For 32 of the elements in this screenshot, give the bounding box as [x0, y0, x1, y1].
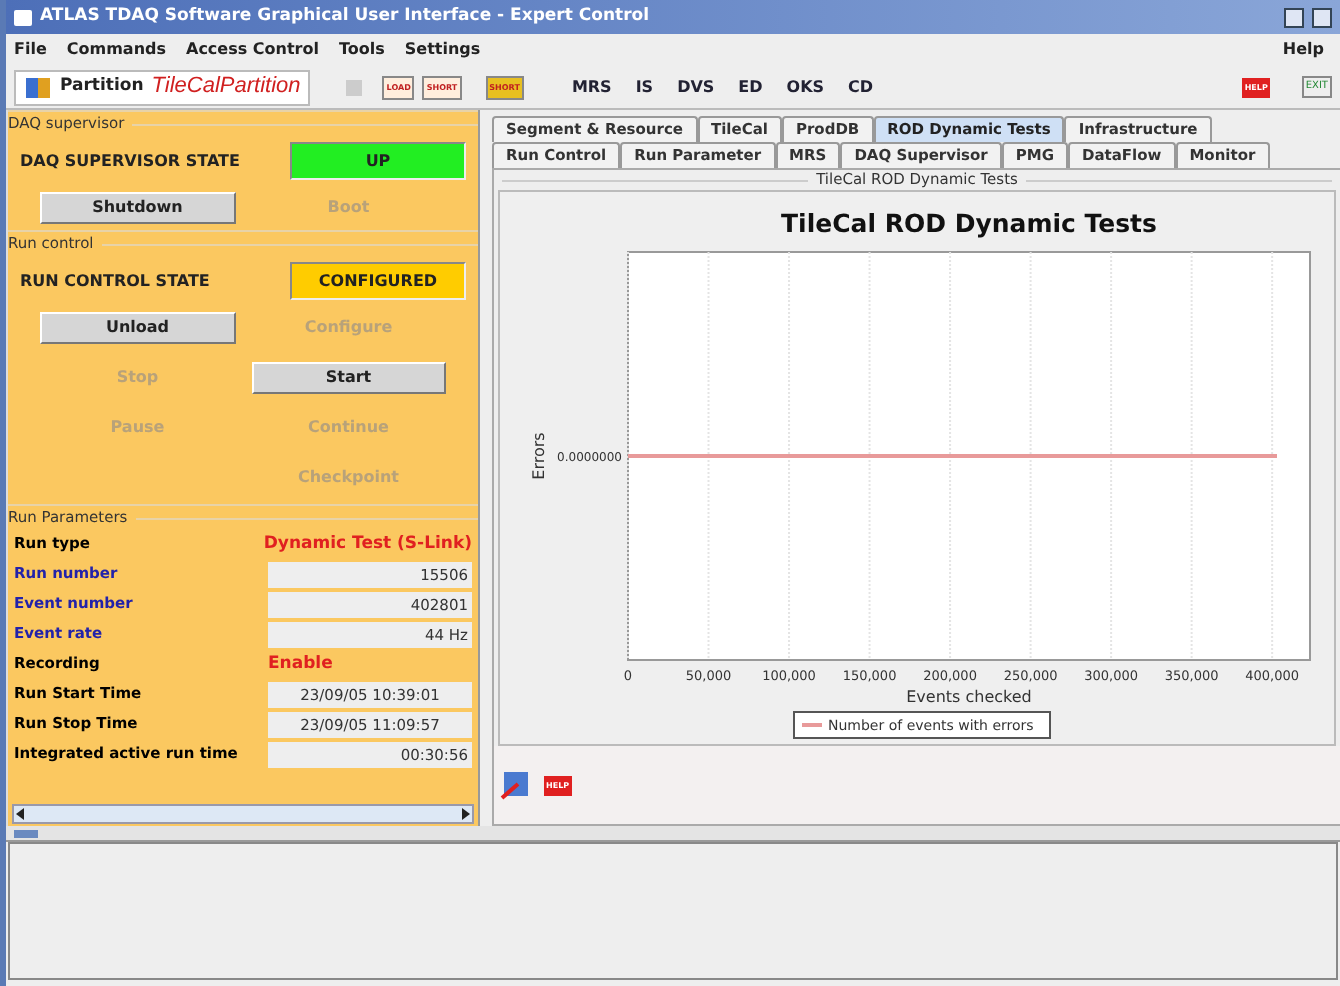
maximize-icon[interactable]	[1312, 7, 1332, 27]
scroll-left-icon[interactable]	[14, 808, 26, 820]
partition-label: Partition	[60, 74, 144, 100]
y-axis-label: Errors	[530, 432, 548, 480]
menu-item[interactable]: File	[14, 38, 47, 62]
state-label: DAQ SUPERVISOR STATE	[20, 149, 242, 173]
chart-title: TileCal ROD Dynamic Tests	[781, 208, 1157, 238]
window-title: ATLAS TDAQ Software Graphical User Interface - Expert Control	[40, 4, 652, 30]
toolbar-button[interactable]: OKS	[786, 79, 825, 95]
menu-item[interactable]: Tools	[338, 38, 385, 62]
toolbar-button[interactable]: IS	[635, 79, 654, 95]
parameter-value: Dynamic Test (S-Link)	[263, 531, 472, 557]
legend-line-icon	[802, 723, 822, 727]
action-button[interactable]: Unload	[40, 312, 235, 344]
parameter-value: Enable	[268, 651, 335, 677]
action-button[interactable]: Shutdown	[40, 192, 235, 224]
state-indicator: CONFIGURED	[290, 262, 466, 300]
action-button[interactable]: Start	[251, 362, 446, 394]
horizontal-scrollbar[interactable]	[12, 804, 474, 824]
partition-name: TileCalPartition	[151, 72, 301, 103]
menu-item[interactable]: Help	[1282, 38, 1332, 62]
scroll-right-icon[interactable]	[460, 808, 472, 820]
toolbar-button[interactable]: MRS	[571, 79, 612, 95]
toolbar-button[interactable]: ED	[738, 79, 763, 95]
menu-item[interactable]: Access Control	[186, 38, 319, 62]
x-axis-label: Events checked	[906, 688, 1032, 706]
state-label: RUN CONTROL STATE	[20, 269, 212, 293]
toolbar-button[interactable]: DVS	[677, 79, 715, 95]
toolbar-button[interactable]: CD	[848, 79, 874, 95]
menu-item[interactable]: Settings	[404, 38, 481, 62]
menu-item[interactable]: Commands	[66, 38, 166, 62]
state-indicator: UP	[290, 142, 466, 180]
